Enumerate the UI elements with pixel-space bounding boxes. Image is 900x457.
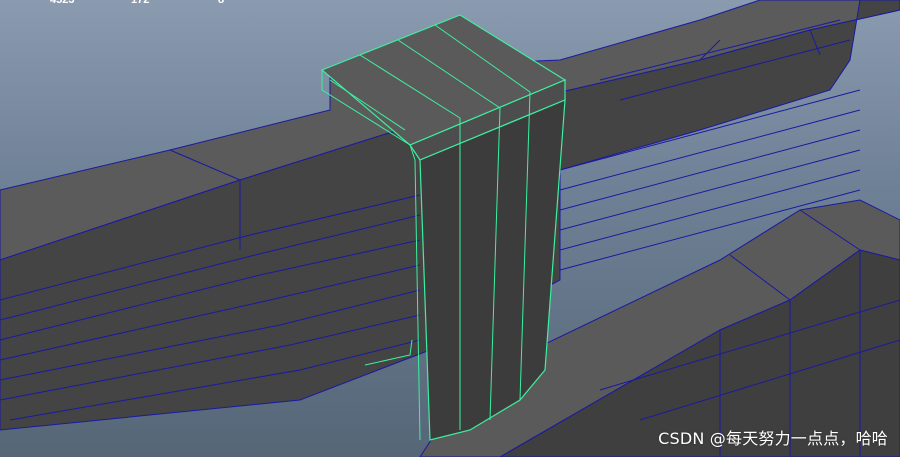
hud-value-2: 172 xyxy=(131,0,150,6)
hud-value-3: 8 xyxy=(218,0,225,6)
csdn-watermark: CSDN @每天努力一点点，哈哈 xyxy=(658,429,888,448)
maya-3d-viewport[interactable]: 4523 172 8 CSDN @每天努力一点点，哈哈 xyxy=(0,0,900,457)
hud-value-1: 4523 xyxy=(50,0,75,6)
scene-canvas[interactable] xyxy=(0,0,900,457)
